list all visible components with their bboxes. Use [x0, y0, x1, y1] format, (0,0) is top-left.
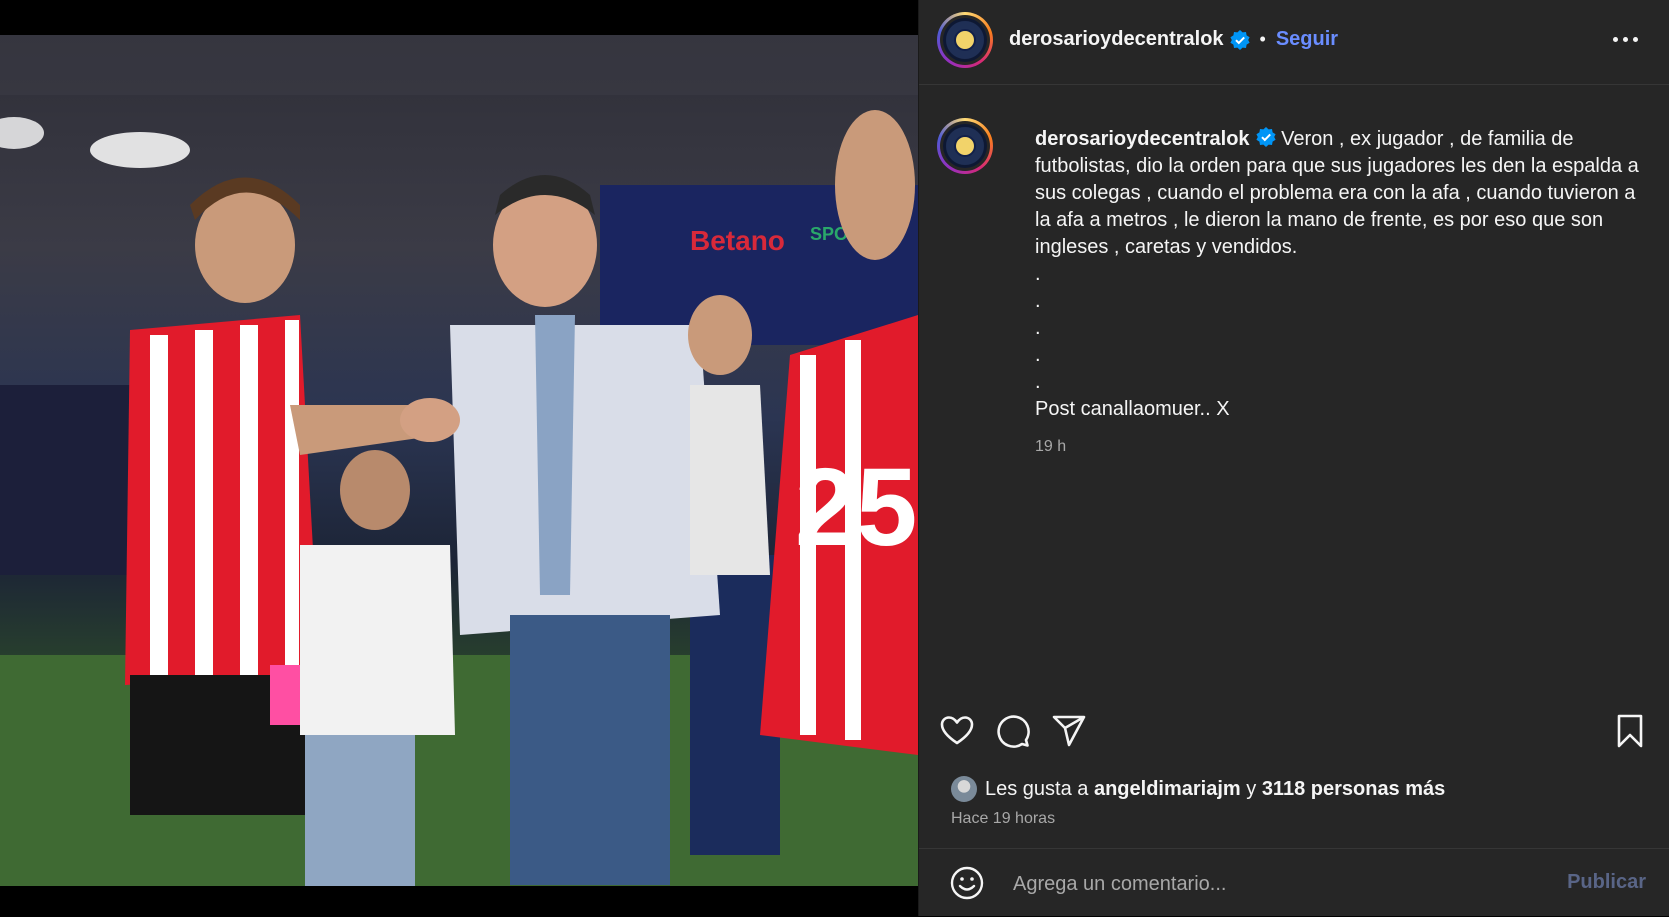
caption-dot: .	[1035, 344, 1041, 366]
comment-icon[interactable]	[995, 713, 1031, 749]
comment-input[interactable]	[1011, 867, 1535, 901]
caption-avatar[interactable]	[937, 118, 993, 174]
caption-dot: .	[1035, 263, 1041, 285]
share-send-icon[interactable]	[1051, 713, 1087, 749]
caption-dot: .	[1035, 317, 1041, 339]
header-identity: derosarioydecentralok • Seguir	[1009, 28, 1338, 51]
likes-prefix: Les gusta a	[985, 777, 1094, 800]
caption-dot: .	[1035, 371, 1041, 393]
caption-signature: Post canallaomuer.. X	[1035, 398, 1230, 420]
publish-button[interactable]: Publicar	[1567, 871, 1646, 894]
follow-button[interactable]: Seguir	[1276, 28, 1338, 51]
save-bookmark-icon[interactable]	[1612, 713, 1648, 749]
post-panel: derosarioydecentralok • Seguir derosario…	[918, 0, 1669, 916]
post-photo[interactable]: Betano SPORT 25	[0, 35, 918, 886]
caption-dot: .	[1035, 290, 1041, 312]
account-avatar[interactable]	[937, 12, 993, 68]
posted-ago: Hace 19 horas	[951, 810, 1056, 827]
comment-bar: Publicar	[919, 848, 1669, 917]
verified-badge-icon	[1255, 127, 1276, 147]
post-header: derosarioydecentralok • Seguir	[919, 0, 1669, 85]
likes-others[interactable]: 3118 personas más	[1262, 778, 1445, 801]
liker-avatar	[951, 776, 977, 802]
caption-timestamp[interactable]: 19 h	[1035, 433, 1655, 460]
svg-text:Betano: Betano	[690, 225, 785, 256]
caption-username[interactable]: derosarioydecentralok	[1035, 128, 1250, 150]
likes-user[interactable]: angeldimariajm	[1094, 778, 1241, 801]
header-separator: •	[1259, 29, 1266, 49]
account-username[interactable]: derosarioydecentralok	[1009, 28, 1224, 51]
caption-text: derosarioydecentralok Veron , ex jugador…	[1035, 126, 1655, 460]
svg-text:25: 25	[795, 446, 917, 569]
post-photo-illustration: Betano SPORT 25	[0, 35, 918, 886]
more-options-icon[interactable]	[1608, 22, 1642, 56]
media-panel: Betano SPORT 25	[0, 0, 918, 916]
caption-dots: . . . . .	[1035, 261, 1655, 396]
likes-middle: y	[1240, 777, 1262, 800]
likes-summary[interactable]: Les gusta a angeldimariajm y 3118 person…	[951, 776, 1445, 802]
action-bar	[919, 700, 1669, 761]
verified-badge-icon	[1229, 29, 1250, 50]
like-heart-icon[interactable]	[939, 713, 975, 749]
emoji-icon[interactable]	[949, 865, 985, 901]
